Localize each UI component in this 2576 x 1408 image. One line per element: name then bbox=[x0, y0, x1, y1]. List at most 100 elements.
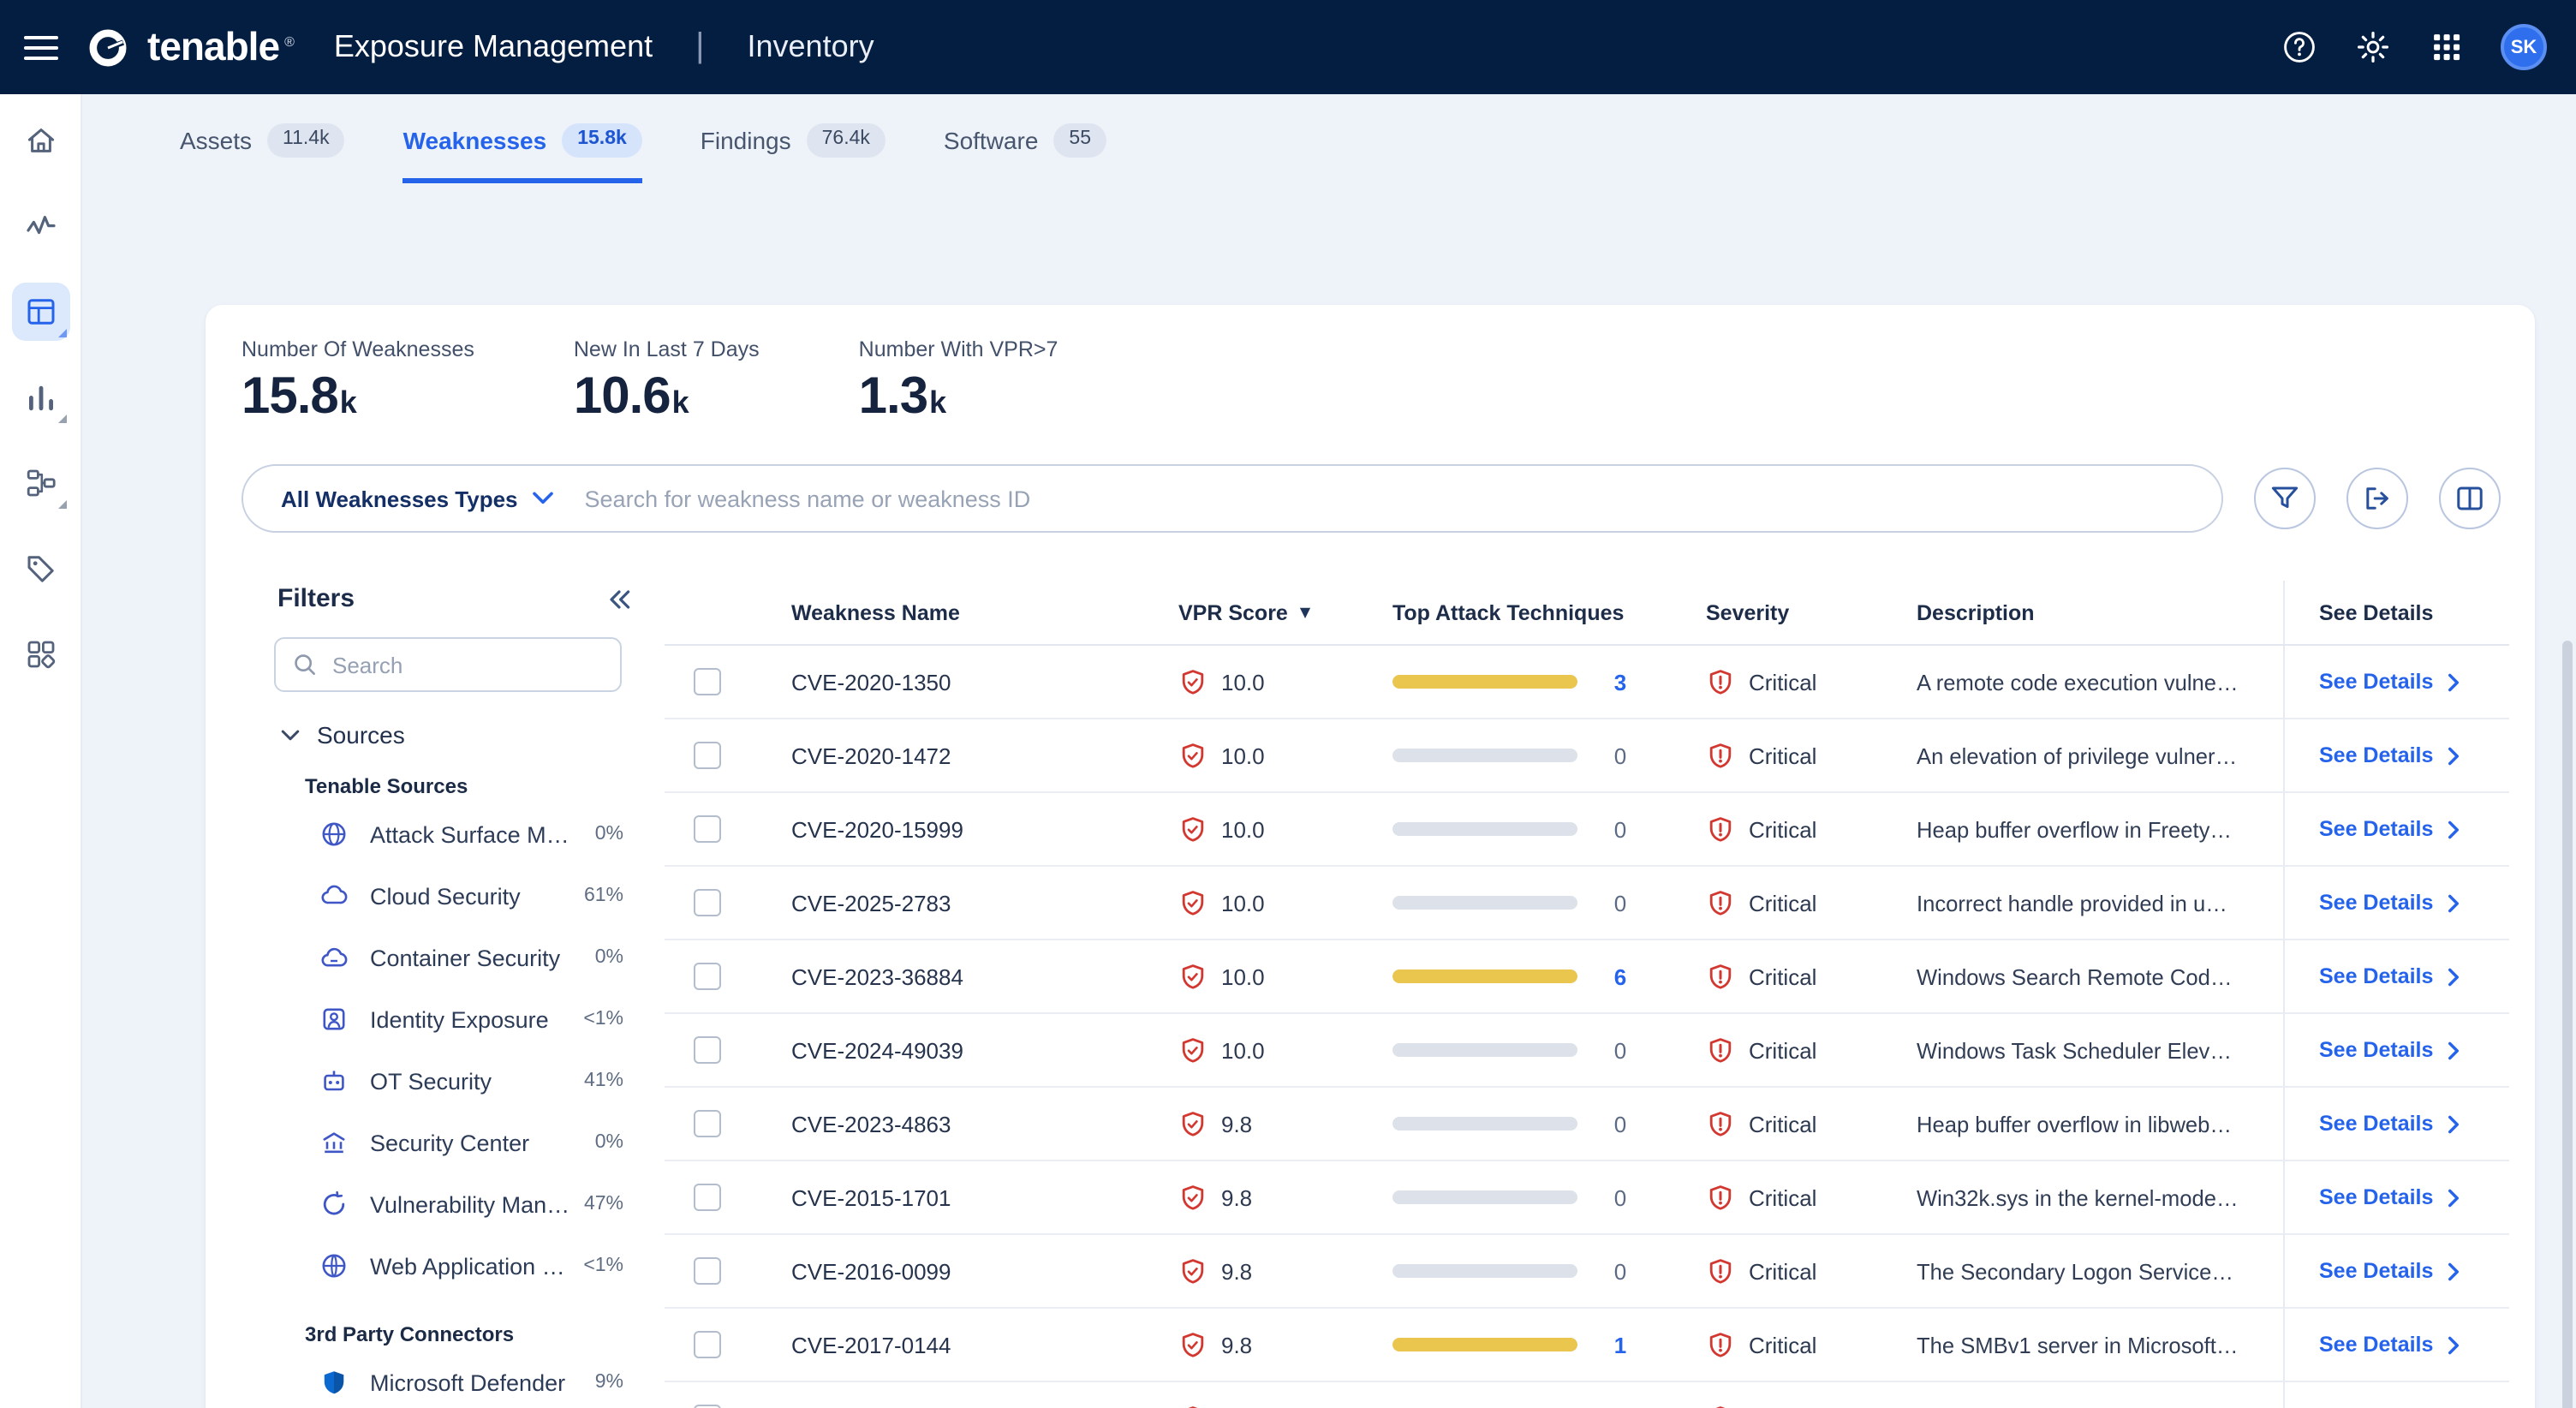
row-checkbox[interactable] bbox=[694, 815, 721, 843]
filter-source-cloud-security[interactable]: Cloud Security 61% bbox=[271, 865, 665, 927]
attack-techniques-count[interactable]: 6 bbox=[1605, 964, 1636, 989]
filters-and-table: Filters Sources bbox=[206, 581, 2535, 1408]
filter-source-container-security[interactable]: Container Security 0% bbox=[271, 927, 665, 988]
weakness-name-link[interactable]: CVE-2023-4863 bbox=[791, 1111, 1178, 1137]
tenable-logo-icon bbox=[84, 23, 132, 71]
filter-button[interactable] bbox=[2254, 468, 2316, 529]
row-checkbox[interactable] bbox=[694, 668, 721, 695]
sidenav-item-inventory[interactable] bbox=[11, 283, 69, 341]
stat-block: New In Last 7 Days 10.6k bbox=[574, 337, 760, 423]
column-header-weakness-name[interactable]: Weakness Name bbox=[791, 581, 1178, 644]
inventory-icon bbox=[23, 295, 57, 329]
tab-weaknesses[interactable]: Weaknesses 15.8k bbox=[403, 123, 642, 182]
see-details-link[interactable]: See Details bbox=[2319, 817, 2459, 841]
attack-techniques-count[interactable]: 0 bbox=[1605, 1258, 1636, 1284]
sidenav-item-tags[interactable] bbox=[11, 540, 69, 598]
weakness-name-link[interactable]: CVE-2016-0099 bbox=[791, 1258, 1178, 1284]
weakness-name-link[interactable]: CVE-2020-15999 bbox=[791, 816, 1178, 842]
user-avatar[interactable]: SK bbox=[2501, 24, 2547, 70]
apps-icon[interactable] bbox=[2427, 28, 2465, 66]
weakness-name-link[interactable]: CVE-2025-2783 bbox=[791, 890, 1178, 916]
weakness-name-link[interactable]: CVE-2020-1472 bbox=[791, 743, 1178, 768]
see-details-link[interactable]: See Details bbox=[2319, 1112, 2459, 1136]
see-details-link[interactable]: See Details bbox=[2319, 670, 2459, 694]
column-header-description[interactable]: Description bbox=[1917, 581, 2283, 644]
weakness-name-link[interactable]: CVE-2020-1350 bbox=[791, 669, 1178, 695]
filter-source-ot-security[interactable]: OT Security 41% bbox=[271, 1050, 665, 1112]
attack-techniques-count[interactable]: 0 bbox=[1605, 743, 1636, 768]
row-checkbox[interactable] bbox=[694, 1036, 721, 1064]
row-checkbox[interactable] bbox=[694, 1184, 721, 1211]
filters-search-input[interactable] bbox=[329, 650, 603, 679]
tab-findings[interactable]: Findings 76.4k bbox=[701, 123, 886, 182]
row-checkbox[interactable] bbox=[694, 1110, 721, 1137]
sidenav-item-analytics[interactable] bbox=[11, 368, 69, 427]
sidenav-item-activity[interactable] bbox=[11, 197, 69, 255]
attack-techniques-count[interactable]: 0 bbox=[1605, 890, 1636, 916]
page-scrollbar[interactable] bbox=[2562, 641, 2573, 1408]
weakness-type-dropdown[interactable]: All Weaknesses Types bbox=[243, 486, 581, 511]
row-checkbox[interactable] bbox=[694, 889, 721, 916]
brand-name: tenable bbox=[147, 24, 279, 70]
settings-icon[interactable] bbox=[2353, 28, 2391, 66]
weakness-name-link[interactable]: CVE-2023-36884 bbox=[791, 964, 1178, 989]
vpr-score-value: 10.0 bbox=[1221, 816, 1265, 842]
filter-source-web-application-scanning[interactable]: Web Application Sc... <1% bbox=[271, 1235, 665, 1297]
row-checkbox[interactable] bbox=[694, 742, 721, 769]
see-details-link[interactable]: See Details bbox=[2319, 743, 2459, 767]
see-details-link[interactable]: See Details bbox=[2319, 1259, 2459, 1283]
vulnerability-management-icon bbox=[319, 1190, 348, 1219]
row-checkbox[interactable] bbox=[694, 1257, 721, 1285]
tab-assets[interactable]: Assets 11.4k bbox=[180, 123, 345, 182]
sidenav-item-connectors[interactable] bbox=[11, 454, 69, 512]
tab-software[interactable]: Software 55 bbox=[944, 123, 1106, 182]
row-checkbox[interactable] bbox=[694, 963, 721, 990]
filter-source-identity-exposure[interactable]: Identity Exposure <1% bbox=[271, 988, 665, 1050]
vpr-score-value: 9.8 bbox=[1221, 1258, 1252, 1284]
row-checkbox[interactable] bbox=[694, 1331, 721, 1358]
collapse-filters-icon[interactable] bbox=[605, 588, 630, 609]
attack-techniques-count[interactable]: 0 bbox=[1605, 1037, 1636, 1063]
attack-techniques-count[interactable]: 0 bbox=[1605, 816, 1636, 842]
filter-source-microsoft-defender[interactable]: Microsoft Defender 9% bbox=[271, 1351, 665, 1408]
attack-techniques-count[interactable]: 3 bbox=[1605, 669, 1636, 695]
chevron-right-icon bbox=[2447, 1114, 2459, 1133]
export-button[interactable] bbox=[2346, 468, 2408, 529]
vpr-shield-icon bbox=[1178, 814, 1208, 844]
see-details-link[interactable]: See Details bbox=[2319, 1038, 2459, 1062]
sources-section-toggle[interactable]: Sources bbox=[281, 721, 665, 749]
row-checkbox[interactable] bbox=[694, 1405, 721, 1408]
see-details-link[interactable]: See Details bbox=[2319, 1333, 2459, 1357]
column-header-top-attack-techniques[interactable]: Top Attack Techniques bbox=[1392, 581, 1706, 644]
weakness-name-link[interactable]: CVE-2015-1701 bbox=[791, 1184, 1178, 1210]
chevron-right-icon bbox=[2447, 893, 2459, 912]
weakness-search-input[interactable] bbox=[581, 484, 2221, 513]
weakness-name-link[interactable]: CVE-2024-49039 bbox=[791, 1037, 1178, 1063]
filter-source-security-center[interactable]: Security Center 0% bbox=[271, 1112, 665, 1173]
table-body: CVE-2020-1350 10.0 3 Critical A remote c… bbox=[665, 646, 2509, 1408]
attack-techniques-count[interactable]: 1 bbox=[1605, 1332, 1636, 1357]
help-icon[interactable] bbox=[2280, 28, 2317, 66]
stat-label: New In Last 7 Days bbox=[574, 337, 760, 361]
see-details-link[interactable]: See Details bbox=[2319, 964, 2459, 988]
attack-techniques-count[interactable]: 0 bbox=[1605, 1111, 1636, 1137]
weakness-description: The SMBv1 server in Microsoft Windows Vi… bbox=[1917, 1332, 2283, 1357]
attack-techniques-count[interactable]: 0 bbox=[1605, 1184, 1636, 1210]
weakness-name-link[interactable]: CVE-2017-0144 bbox=[791, 1332, 1178, 1357]
column-header-severity[interactable]: Severity bbox=[1706, 581, 1917, 644]
column-header-vpr-score[interactable]: VPR Score ▼ bbox=[1178, 581, 1392, 644]
vpr-score-value: 10.0 bbox=[1221, 890, 1265, 916]
attack-surface-management-icon bbox=[319, 820, 348, 849]
filter-source-attack-surface-management[interactable]: Attack Surface Man... 0% bbox=[271, 803, 665, 865]
summary-stats: Number Of Weaknesses 15.8k New In Last 7… bbox=[206, 305, 2535, 423]
home-icon bbox=[23, 123, 57, 158]
sidenav-item-home[interactable] bbox=[11, 111, 69, 170]
sidenav-item-plugins[interactable] bbox=[11, 625, 69, 683]
table-row: CVE-2023-36884 10.0 6 Critical Windows S… bbox=[665, 940, 2509, 1014]
see-details-link[interactable]: See Details bbox=[2319, 891, 2459, 915]
filter-source-vulnerability-management[interactable]: Vulnerability Mana... 47% bbox=[271, 1173, 665, 1235]
columns-button[interactable] bbox=[2439, 468, 2501, 529]
see-details-link[interactable]: See Details bbox=[2319, 1185, 2459, 1209]
hamburger-menu-icon[interactable] bbox=[24, 35, 58, 59]
table-header: Weakness Name VPR Score ▼ Top Attack Tec… bbox=[665, 581, 2509, 646]
